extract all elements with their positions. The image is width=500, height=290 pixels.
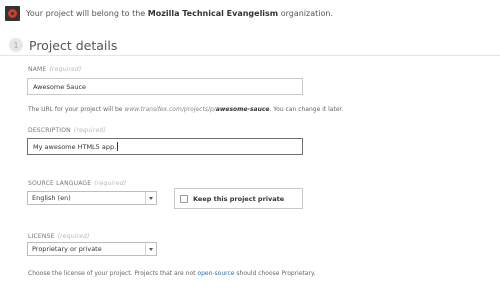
license-label: LICENSE (required)	[28, 233, 90, 240]
organization-name: Mozilla Technical Evangelism	[147, 8, 279, 18]
keep-private-label: Keep this project private	[193, 194, 285, 203]
project-name-value: Awesome Sauce	[33, 82, 87, 91]
open-source-link[interactable]: open-source	[197, 270, 234, 277]
source-language-selected: English (en)	[32, 194, 71, 202]
description-required-hint: (required)	[73, 127, 106, 134]
keep-private-option[interactable]: Keep this project private	[174, 188, 303, 209]
license-select[interactable]: Proprietary or private	[27, 242, 157, 256]
license-selected: Proprietary or private	[32, 245, 102, 253]
name-required-hint: (required)	[49, 66, 82, 73]
name-label: NAME (required)	[28, 66, 82, 73]
org-prefix: Your project will belong to the	[26, 8, 146, 18]
section-title: Project details	[29, 37, 118, 53]
license-required-hint: (required)	[57, 233, 90, 240]
source-language-label: SOURCE LANGUAGE (required)	[28, 180, 127, 187]
url-base: www.transifex.com/projects/p/	[124, 106, 216, 113]
description-value: My awesome HTML5 app.	[33, 142, 117, 151]
dropdown-arrow-icon	[145, 243, 156, 255]
description-label: DESCRIPTION (required)	[28, 127, 106, 134]
description-input[interactable]: My awesome HTML5 app.	[27, 138, 303, 155]
license-help-text: Choose the license of your project. Proj…	[28, 270, 316, 277]
keep-private-checkbox[interactable]	[180, 194, 188, 203]
text-cursor	[117, 142, 119, 151]
org-suffix: organization.	[280, 8, 333, 18]
step-number-badge: 1	[9, 38, 23, 52]
dropdown-arrow-icon	[145, 192, 156, 204]
section-header: 1 Project details	[0, 33, 500, 57]
source-language-select[interactable]: English (en)	[27, 191, 157, 205]
organization-notice: Your project will belong to the Mozilla …	[0, 5, 333, 21]
organization-logo-icon	[5, 5, 20, 21]
source-language-required-hint: (required)	[94, 180, 127, 187]
section-divider	[0, 55, 500, 56]
project-name-input[interactable]: Awesome Sauce	[27, 78, 303, 95]
url-slug: awesome-sauce	[215, 106, 270, 113]
url-help-text: The URL for your project will be www.tra…	[28, 106, 344, 113]
